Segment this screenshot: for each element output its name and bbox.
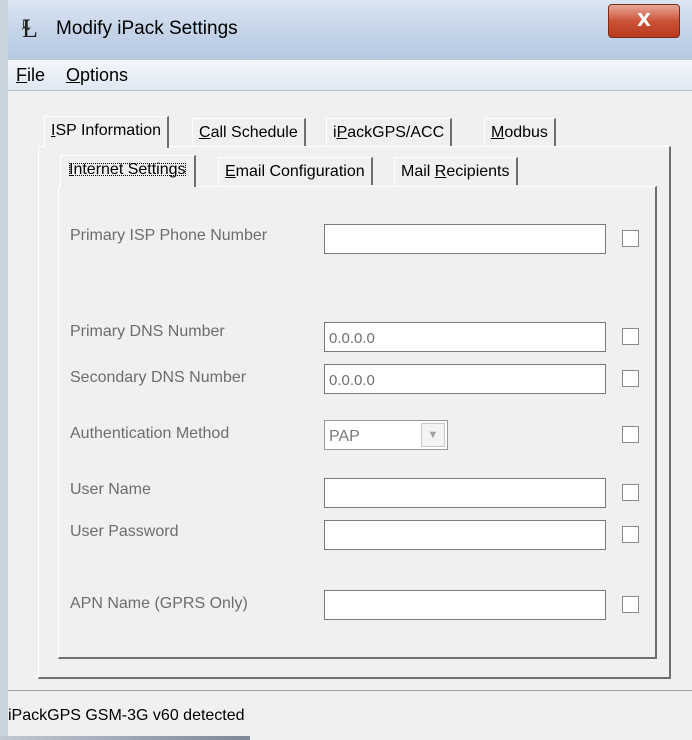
primary-dns-checkbox[interactable] (622, 328, 639, 345)
secondary-dns-label: Secondary DNS Number (70, 369, 247, 386)
auth-method-select[interactable]: PAP ▼ (324, 420, 448, 450)
tab-internet-settings[interactable]: Internet Settings (60, 155, 196, 187)
user-password-checkbox[interactable] (622, 526, 639, 543)
tab-ipackgps-acc[interactable]: iPackGPS/ACC (326, 118, 453, 146)
tab-call-schedule[interactable]: Call Schedule (192, 118, 306, 146)
primary-isp-field[interactable] (324, 224, 606, 254)
menu-file[interactable]: File (16, 65, 45, 86)
chevron-down-icon[interactable]: ▼ (421, 423, 445, 447)
apn-name-label: APN Name (GPRS Only) (70, 595, 248, 612)
antenna-icon: ((Ɫ (22, 14, 38, 44)
auth-method-checkbox[interactable] (622, 426, 639, 443)
secondary-dns-field[interactable]: 0.0.0.0 (324, 364, 606, 394)
tab-isp-information[interactable]: ISP Information (44, 116, 169, 148)
tab-email-configuration[interactable]: Email Configuration (218, 157, 373, 185)
user-password-field[interactable] (324, 520, 606, 550)
primary-dns-field[interactable]: 0.0.0.0 (324, 322, 606, 352)
user-name-checkbox[interactable] (622, 484, 639, 501)
menu-bar: File Options (8, 60, 692, 91)
tab-modbus[interactable]: Modbus (484, 118, 556, 146)
primary-isp-label: Primary ISP Phone Number (70, 227, 268, 244)
title-bar[interactable]: ((Ɫ Modify iPack Settings X (8, 0, 692, 60)
auth-method-value: PAP (329, 428, 360, 445)
modify-ipack-settings-window: ((Ɫ Modify iPack Settings X File Options… (8, 0, 692, 740)
tab-mail-recipients[interactable]: Mail Recipients (394, 157, 518, 185)
user-password-label: User Password (70, 523, 179, 540)
menu-options[interactable]: Options (66, 65, 128, 86)
close-button[interactable]: X (608, 4, 680, 38)
auth-method-label: Authentication Method (70, 425, 230, 442)
primary-dns-label: Primary DNS Number (70, 323, 225, 340)
window-title: Modify iPack Settings (56, 18, 238, 39)
user-name-field[interactable] (324, 478, 606, 508)
status-text: iPackGPS GSM-3G v60 detected (8, 707, 245, 724)
primary-isp-checkbox[interactable] (622, 230, 639, 247)
apn-name-field[interactable] (324, 590, 606, 620)
secondary-dns-checkbox[interactable] (622, 370, 639, 387)
taskbar-edge (0, 736, 250, 740)
status-bar: iPackGPS GSM-3G v60 detected (8, 691, 692, 740)
user-name-label: User Name (70, 481, 151, 498)
apn-name-checkbox[interactable] (622, 596, 639, 613)
